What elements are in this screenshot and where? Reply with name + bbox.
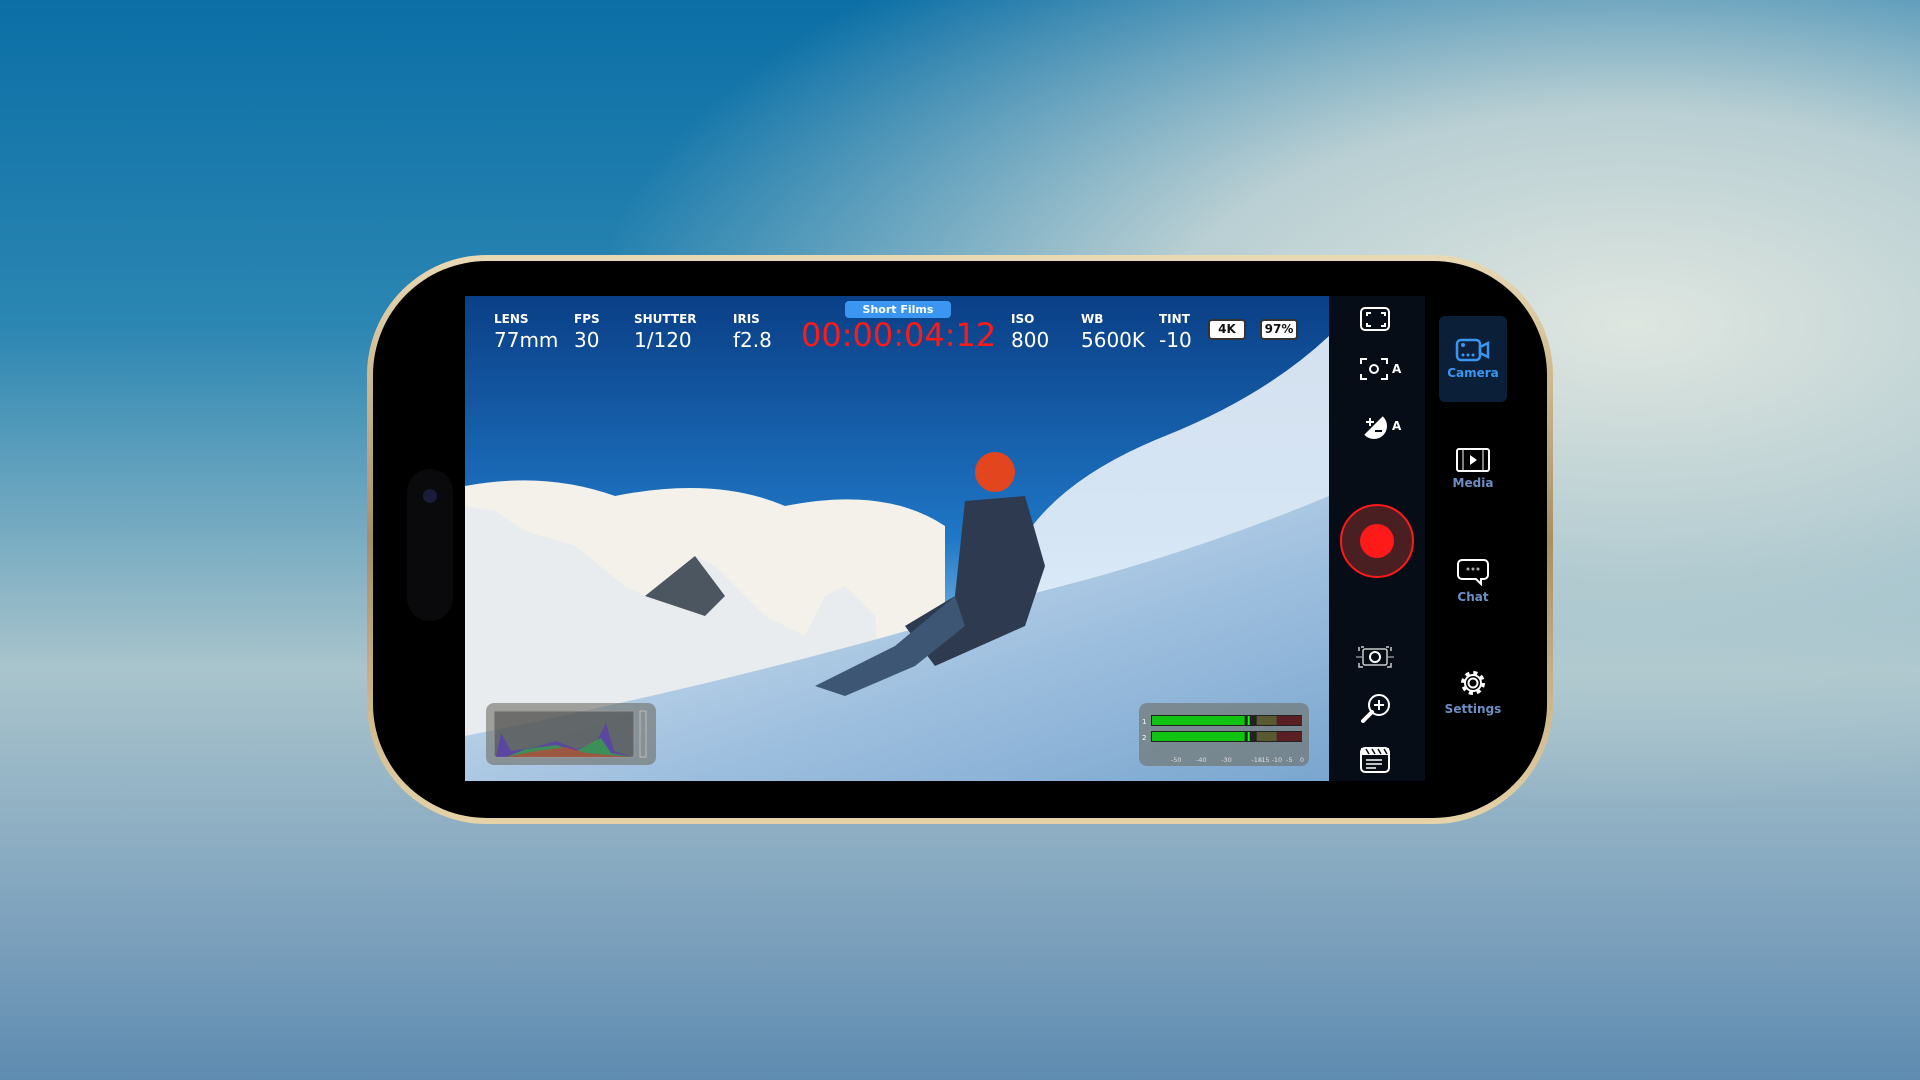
front-camera [423,489,437,503]
film-icon [1456,448,1490,472]
record-button[interactable] [1339,503,1415,579]
meter-level [1152,732,1245,741]
battery-indicator: 97% [1260,319,1298,340]
fullscreen-icon[interactable] [1359,306,1393,332]
auto-label: A [1392,419,1402,433]
nav-settings[interactable]: Settings [1439,646,1507,732]
dynamic-island [407,469,453,621]
channel-label: 1 [1142,718,1146,726]
resolution-badge[interactable]: 4K [1208,319,1246,340]
scale-tick-label: -30 [1221,756,1232,764]
lens-value: 77mm [494,328,559,352]
meter-zone-peak [1276,732,1302,741]
chat-bubble-icon [1457,559,1489,586]
wb-readout[interactable]: WB 5600K [1081,312,1145,352]
scale-tick-label: -40 [1196,756,1207,764]
fps-value: 30 [574,328,600,352]
phone-frame: LENS 77mm FPS 30 SHUTTER 1/120 IRIS f2.8 Sho… [367,255,1553,824]
iso-value: 800 [1011,328,1050,352]
wb-value: 5600K [1081,328,1146,352]
meter-level [1152,716,1245,725]
shutter-label: SHUTTER [634,312,697,326]
iris-label: IRIS [733,312,760,326]
iris-readout[interactable]: IRIS f2.8 [733,312,772,352]
zoom-icon[interactable] [1359,691,1393,725]
channel-label: 2 [1142,734,1146,742]
histogram[interactable] [486,703,656,765]
clapper-icon[interactable] [1359,746,1391,774]
wb-label: WB [1081,312,1104,326]
nav-chat[interactable]: Chat [1439,536,1507,622]
iso-readout[interactable]: ISO 800 [1011,312,1049,352]
lens-readout[interactable]: LENS 77mm [494,312,558,352]
scale-tick-label: -10 [1272,756,1283,764]
fps-readout[interactable]: FPS 30 [574,312,600,352]
shutter-value: 1/120 [634,328,692,352]
nav-media[interactable]: Media [1439,426,1507,512]
lens-label: LENS [494,312,529,326]
timecode: 00:00:04:12 [801,316,997,354]
histogram-graph [493,710,647,758]
shutter-readout[interactable]: SHUTTER 1/120 [634,312,697,352]
focus-icon [1360,358,1388,380]
nav-label: Chat [1457,590,1489,604]
meter-zone-caution [1256,732,1277,741]
nav-camera[interactable]: Camera [1439,316,1507,402]
iso-label: ISO [1011,312,1035,326]
scale-tick-label: -5 [1286,756,1292,764]
tint-label: TINT [1159,312,1190,326]
scale-tick-label: 0 [1300,756,1304,764]
audio-meter[interactable]: 1 2 -50 -40 -30 -18 -15 -10 -5 0 [1139,703,1309,766]
iris-value: f2.8 [733,328,772,352]
video-camera-icon [1455,338,1490,362]
scale-tick-label: -50 [1171,756,1182,764]
nav-label: Camera [1447,366,1499,380]
fps-label: FPS [574,312,600,326]
tint-value: -10 [1159,328,1192,352]
tint-readout[interactable]: TINT -10 [1159,312,1192,352]
gear-icon [1461,671,1485,695]
nav-label: Settings [1444,702,1502,716]
stabilization-icon[interactable] [1355,641,1395,671]
exposure-icon [1360,412,1387,439]
audio-meter-graph: 12-50 -40 -30 -18-15 -10 -5 0 [1142,715,1304,764]
navigation-bar: Camera Media Chat Settings [1425,296,1531,781]
hud-bar: LENS 77mm FPS 30 SHUTTER 1/120 IRIS f2.8 Sho… [465,296,1329,356]
nav-label: Media [1452,476,1494,490]
scale-tick-label: -15 [1259,756,1270,764]
camera-controls: A A [1329,296,1425,781]
meter-peak-hold [1247,716,1250,725]
auto-exposure-button[interactable]: A [1359,411,1401,441]
meter-peak-hold [1247,732,1250,741]
meter-zone-peak [1276,716,1302,725]
auto-focus-button[interactable]: A [1359,356,1401,382]
meter-zone-caution [1256,716,1277,725]
phone-screen: LENS 77mm FPS 30 SHUTTER 1/120 IRIS f2.8 Sho… [373,261,1547,818]
viewfinder[interactable]: LENS 77mm FPS 30 SHUTTER 1/120 IRIS f2.8 Sho… [465,296,1329,781]
auto-label: A [1392,362,1402,376]
